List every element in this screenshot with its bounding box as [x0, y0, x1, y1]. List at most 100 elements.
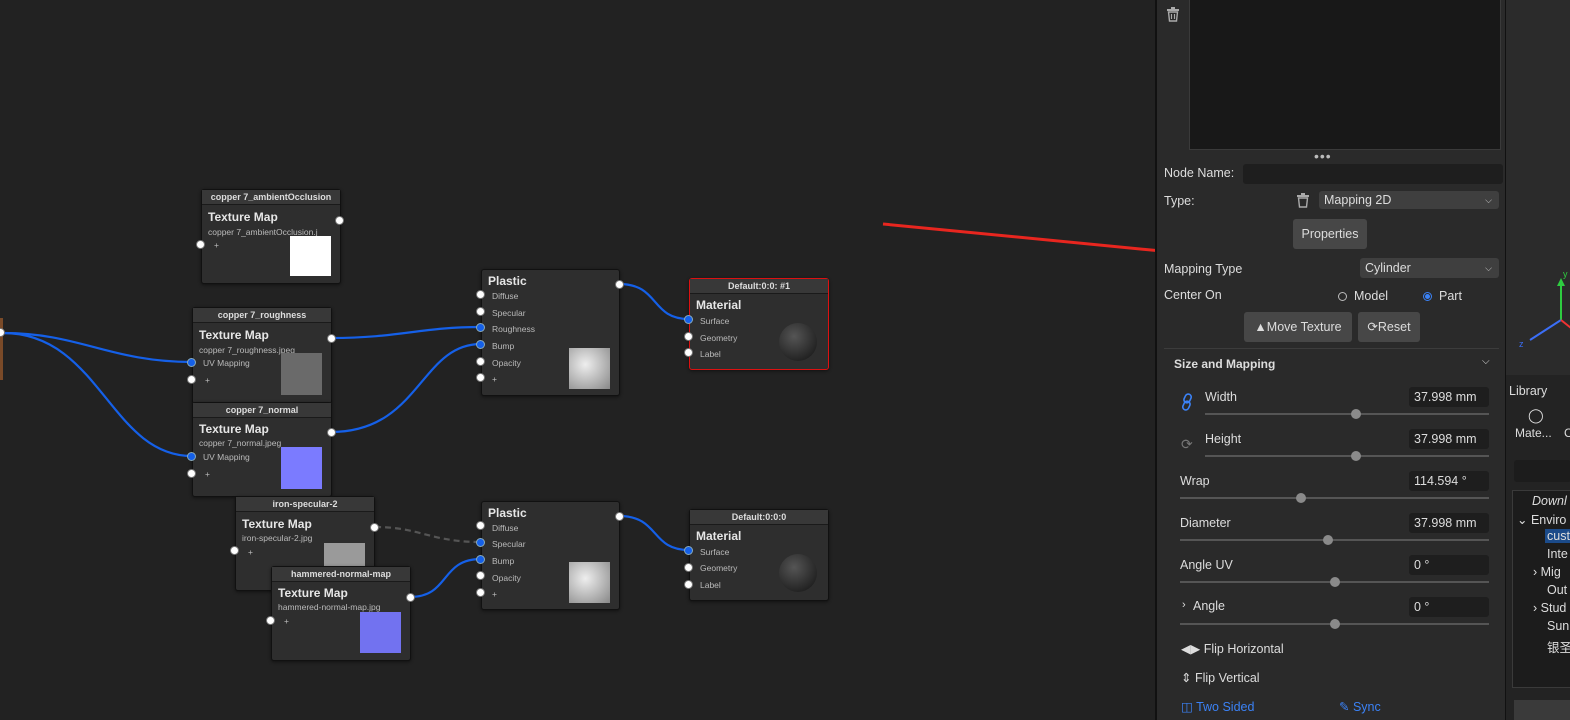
wrap-slider-track[interactable]: [1180, 497, 1489, 499]
angle-slider-thumb[interactable]: [1329, 619, 1340, 629]
input-port[interactable]: [476, 588, 485, 597]
texture-node-roughness[interactable]: copper 7_roughness Texture Map copper 7_…: [192, 307, 332, 404]
tree-item[interactable]: Inte: [1547, 547, 1568, 561]
output-port[interactable]: [335, 216, 344, 225]
width-slider-thumb[interactable]: [1350, 409, 1361, 419]
input-port[interactable]: [684, 563, 693, 572]
output-port[interactable]: [327, 334, 336, 343]
height-slider-thumb[interactable]: [1350, 451, 1361, 461]
input-port[interactable]: [476, 555, 485, 564]
port-label: +: [248, 547, 253, 557]
center-on-model-radio[interactable]: [1338, 292, 1347, 301]
input-port[interactable]: [476, 357, 485, 366]
chevron-down-icon[interactable]: ⌵: [1482, 356, 1490, 367]
input-port[interactable]: [187, 469, 196, 478]
tree-item[interactable]: Out: [1547, 583, 1567, 597]
input-port[interactable]: [476, 373, 485, 382]
texture-node-ambient-occlusion[interactable]: copper 7_ambientOcclusion Texture Map co…: [201, 189, 341, 284]
move-texture-button[interactable]: ▲Move Texture: [1244, 312, 1352, 342]
tree-item[interactable]: Sun: [1547, 619, 1569, 633]
output-port[interactable]: [370, 523, 379, 532]
angle-input[interactable]: 0 °: [1409, 597, 1489, 617]
output-port[interactable]: [327, 428, 336, 437]
input-port[interactable]: [476, 307, 485, 316]
reset-button[interactable]: ⟳Reset: [1358, 312, 1420, 342]
plastic-node-1[interactable]: Plastic Diffuse Specular Roughness Bump …: [481, 269, 620, 396]
output-port[interactable]: [615, 280, 624, 289]
tree-item-selected[interactable]: cust: [1545, 529, 1570, 543]
diameter-input[interactable]: 37.998 mm: [1409, 513, 1489, 533]
tab-other[interactable]: C: [1564, 426, 1570, 440]
chevron-right-icon[interactable]: ›: [1182, 599, 1186, 611]
mapping-type-dropdown[interactable]: Cylinder ⌵: [1360, 258, 1499, 278]
width-slider-track[interactable]: [1205, 413, 1489, 415]
wire: [618, 282, 690, 321]
output-port[interactable]: [406, 593, 415, 602]
input-port[interactable]: [476, 521, 485, 530]
input-port[interactable]: [684, 332, 693, 341]
center-on-part-radio[interactable]: [1423, 292, 1432, 301]
trash-icon[interactable]: [1164, 5, 1182, 23]
tree-item[interactable]: › Stud: [1533, 601, 1566, 615]
port-label: Surface: [700, 547, 730, 557]
material-node-2[interactable]: Default:0:0:0 Material Surface Geometry …: [689, 509, 829, 601]
input-port[interactable]: [476, 290, 485, 299]
input-port[interactable]: [684, 348, 693, 357]
material-node-1[interactable]: Default:0:0: #1 Material Surface Geometr…: [689, 278, 829, 370]
wrap-slider-thumb[interactable]: [1295, 493, 1306, 503]
port-label: Geometry: [700, 563, 738, 573]
sync-toggle[interactable]: ✎ Sync: [1339, 699, 1381, 714]
tree-item[interactable]: › Mig: [1533, 565, 1561, 579]
tree-item[interactable]: 银圣: [1547, 637, 1570, 656]
viewport-3d[interactable]: y z: [1506, 0, 1570, 375]
library-tree: Downl ⌄ Enviro cust Inte › Mig Out › Stu…: [1512, 490, 1570, 688]
link-icon[interactable]: [1180, 393, 1194, 411]
width-input[interactable]: 37.998 mm: [1409, 387, 1489, 407]
material-tab-icon[interactable]: ◯: [1528, 407, 1544, 424]
input-port[interactable]: [476, 323, 485, 332]
port-label: Bump: [492, 556, 515, 566]
plastic-node-2[interactable]: Plastic Diffuse Specular Bump Opacity +: [481, 501, 620, 610]
height-slider-track[interactable]: [1205, 455, 1489, 457]
trash-icon[interactable]: [1294, 191, 1312, 209]
flip-vertical-button[interactable]: ⇕ Flip Vertical: [1181, 670, 1260, 685]
input-port[interactable]: [187, 375, 196, 384]
node-name-input[interactable]: [1243, 164, 1503, 184]
input-port[interactable]: [196, 240, 205, 249]
input-port[interactable]: [187, 452, 196, 461]
node-editor-canvas[interactable]: copper 7_ambientOcclusion Texture Map co…: [0, 0, 1155, 720]
input-port[interactable]: [187, 358, 196, 367]
input-port[interactable]: [684, 546, 693, 555]
chevron-right-icon: ›: [1533, 601, 1541, 615]
input-port[interactable]: [476, 571, 485, 580]
angle-uv-slider-thumb[interactable]: [1329, 577, 1340, 587]
tab-materials[interactable]: Mate...: [1515, 426, 1552, 440]
library-search-input[interactable]: [1514, 460, 1570, 482]
diameter-slider-track[interactable]: [1180, 539, 1489, 541]
node-header: copper 7_roughness: [193, 308, 331, 323]
input-port[interactable]: [266, 616, 275, 625]
pager-dots[interactable]: •••: [1314, 148, 1332, 164]
two-sided-toggle[interactable]: ◫ Two Sided: [1181, 699, 1254, 714]
port-label: +: [492, 374, 497, 384]
input-port[interactable]: [476, 538, 485, 547]
properties-button[interactable]: Properties: [1293, 219, 1367, 249]
sync-icon[interactable]: ⟳: [1181, 436, 1193, 453]
height-input[interactable]: 37.998 mm: [1409, 429, 1489, 449]
tree-item[interactable]: Downl: [1532, 494, 1567, 508]
tree-item[interactable]: ⌄ Enviro: [1517, 512, 1566, 527]
angle-uv-label: Angle UV: [1180, 558, 1233, 572]
input-port[interactable]: [230, 546, 239, 555]
input-port[interactable]: [684, 580, 693, 589]
diameter-slider-thumb[interactable]: [1323, 535, 1334, 545]
input-port[interactable]: [476, 340, 485, 349]
type-dropdown-value: Mapping 2D: [1324, 193, 1392, 207]
input-port[interactable]: [684, 315, 693, 324]
flip-horizontal-button[interactable]: ◀▶ Flip Horizontal: [1181, 641, 1284, 656]
texture-node-hammered-normal[interactable]: hammered-normal-map Texture Map hammered…: [271, 566, 411, 661]
angle-uv-input[interactable]: 0 °: [1409, 555, 1489, 575]
type-dropdown[interactable]: Mapping 2D ⌵: [1319, 191, 1499, 209]
output-port[interactable]: [615, 512, 624, 521]
texture-node-normal[interactable]: copper 7_normal Texture Map copper 7_nor…: [192, 402, 332, 497]
wrap-input[interactable]: 114.594 °: [1409, 471, 1489, 491]
